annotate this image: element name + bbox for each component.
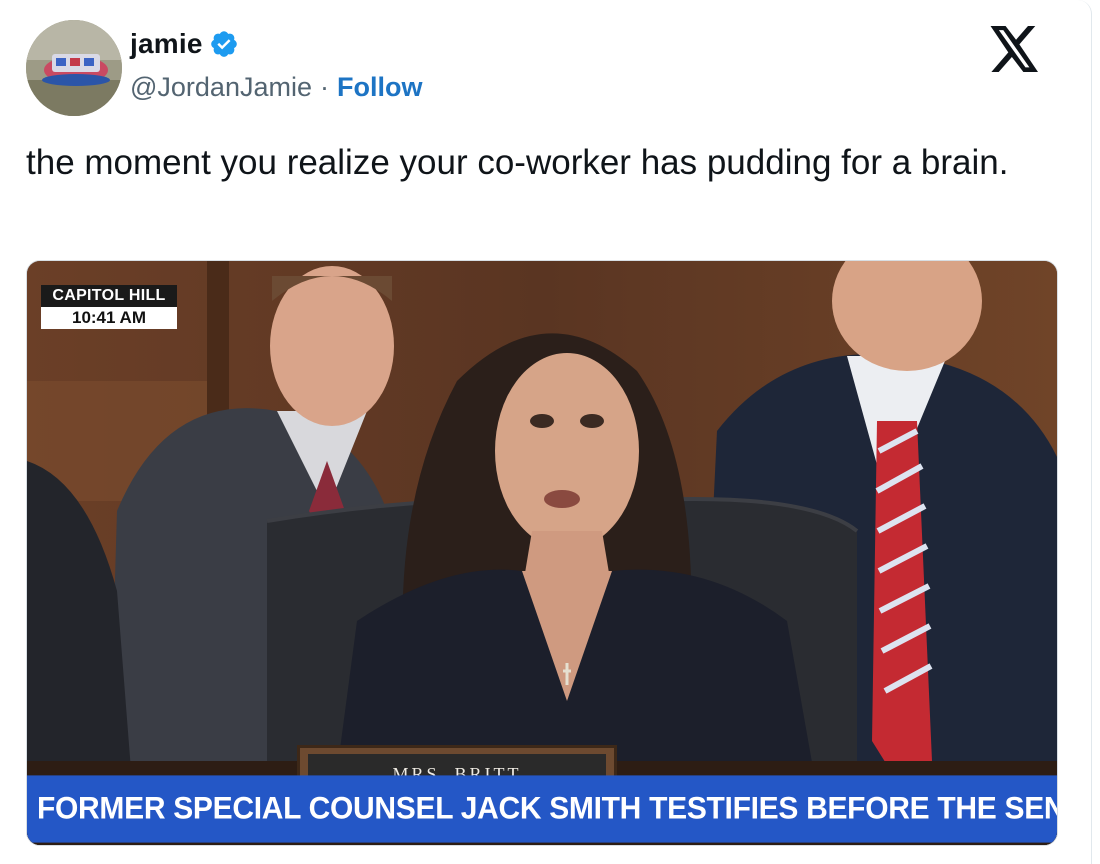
bug-location: CAPITOL HILL: [41, 285, 177, 307]
tweet-text: the moment you realize your co-worker ha…: [26, 143, 1009, 182]
news-chyron: FORMER SPECIAL COUNSEL JACK SMITH TESTIF…: [27, 775, 1057, 843]
handle-row: @JordanJamie · Follow: [130, 72, 422, 103]
author-row: jamie: [130, 28, 239, 60]
broadcast-bug: CAPITOL HILL 10:41 AM: [41, 285, 177, 329]
follow-button[interactable]: Follow: [337, 72, 422, 103]
avatar-image: [26, 20, 122, 116]
avatar[interactable]: [26, 20, 122, 116]
bug-time: 10:41 AM: [41, 307, 177, 329]
x-logo-icon[interactable]: [988, 26, 1042, 72]
verified-badge-icon: [210, 31, 237, 57]
author-name[interactable]: jamie: [130, 28, 203, 60]
tweet-media[interactable]: CAPITOL HILL 10:41 AM MRS. BRITT FORMER …: [26, 260, 1058, 846]
separator-dot: ·: [320, 72, 329, 102]
author-handle[interactable]: @JordanJamie: [130, 72, 312, 103]
tweet-card: jamie @JordanJamie · Follow the moment y…: [0, 0, 1092, 864]
